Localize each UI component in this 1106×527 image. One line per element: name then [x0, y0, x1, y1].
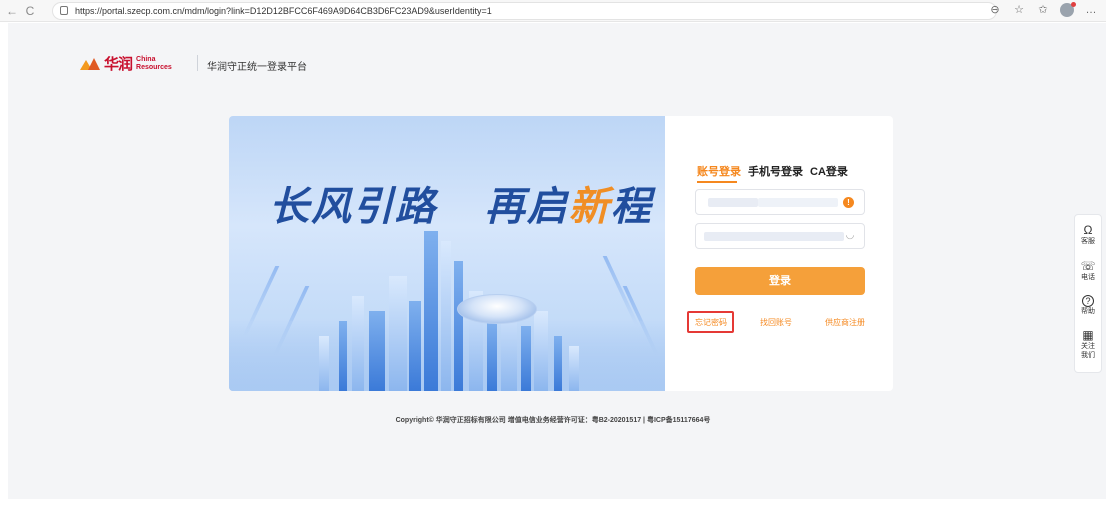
page-footer-area — [8, 499, 1106, 527]
zoom-icon[interactable]: ⊖ — [988, 3, 1002, 17]
login-card: 账号登录 手机号登录 CA登录 ! ◡ 登录 忘记密码 找回账号 供应商注册 — [665, 116, 893, 391]
building — [389, 276, 407, 391]
back-icon[interactable]: ← — [4, 3, 20, 19]
address-url[interactable]: https://portal.szecp.com.cn/mdm/login?li… — [75, 3, 492, 19]
retrieve-account-link[interactable]: 找回账号 — [760, 317, 792, 328]
active-tab-indicator — [697, 181, 737, 183]
building — [554, 336, 562, 391]
tab-phone-login[interactable]: 手机号登录 — [748, 163, 803, 179]
light-beam — [602, 256, 640, 326]
building — [487, 321, 497, 391]
copyright-text: Copyright© 华润守正招标有限公司 增值电信业务经营许可证：粤B2-20… — [395, 417, 711, 424]
phone-label: 电话 — [1081, 274, 1095, 281]
slogan-part1: 长风引路 — [269, 183, 437, 230]
follow-us-button[interactable]: ▦ 关注我们 — [1075, 329, 1101, 360]
favorite-star-icon[interactable]: ☆ — [1012, 3, 1026, 17]
phone-icon: ☏ — [1080, 259, 1096, 273]
building — [339, 321, 347, 391]
password-input[interactable]: ◡ — [695, 223, 865, 249]
phone-button[interactable]: ☏ 电话 — [1075, 260, 1101, 282]
header-divider — [197, 55, 198, 71]
logo-mark-icon — [80, 57, 100, 71]
building — [534, 311, 548, 391]
logo-en-text: China Resources — [136, 56, 172, 72]
tower-building — [454, 261, 463, 391]
slogan-highlight: 新 — [568, 183, 611, 230]
help-button[interactable]: ? 帮助 — [1075, 295, 1101, 316]
logo-en-line1: China — [136, 55, 156, 63]
building — [521, 326, 531, 391]
follow-us-label: 关注我们 — [1081, 343, 1095, 359]
slogan-part2: 再启 — [484, 183, 569, 230]
logo-en-line2: Resources — [136, 63, 172, 71]
tower-building — [424, 231, 438, 391]
floating-service-panel: Ω 客服 ☏ 电话 ? 帮助 ▦ 关注我们 — [1074, 214, 1102, 373]
username-masked-value-extra — [758, 198, 838, 207]
stadium-dome — [457, 294, 537, 324]
customer-service-label: 客服 — [1081, 238, 1095, 245]
building — [319, 336, 329, 391]
show-password-icon[interactable]: ◡ — [844, 230, 856, 242]
password-masked-value — [704, 232, 844, 241]
building — [369, 311, 385, 391]
supplier-register-link[interactable]: 供应商注册 — [825, 317, 865, 328]
profile-avatar[interactable] — [1060, 2, 1076, 17]
help-icon: ? — [1082, 295, 1094, 307]
warning-icon: ! — [843, 197, 854, 208]
browser-actions: ⊖ ☆ ✩ … — [988, 2, 1098, 17]
login-banner: 长风引路 再启新程 — [229, 116, 665, 391]
page-title: 华润守正统一登录平台 — [207, 62, 307, 73]
building — [352, 296, 364, 391]
building — [569, 346, 579, 391]
slogan-part3: 程 — [610, 183, 653, 230]
logo-cn-text: 华润 — [104, 55, 133, 73]
favorites-list-icon[interactable]: ✩ — [1036, 3, 1050, 17]
address-bar[interactable]: https://portal.szecp.com.cn/mdm/login?li… — [52, 2, 997, 20]
login-tabs: 账号登录 手机号登录 CA登录 — [697, 163, 848, 179]
lock-icon — [60, 6, 68, 15]
more-menu-icon[interactable]: … — [1084, 3, 1098, 17]
tab-account-login[interactable]: 账号登录 — [697, 163, 741, 179]
tower-building — [441, 241, 451, 391]
help-label: 帮助 — [1081, 308, 1095, 315]
browser-toolbar: ← C https://portal.szecp.com.cn/mdm/logi… — [0, 0, 1106, 22]
china-resources-logo: 华润 China Resources — [80, 53, 172, 74]
qrcode-icon: ▦ — [1082, 328, 1094, 342]
refresh-icon[interactable]: C — [22, 3, 38, 19]
username-input[interactable]: ! — [695, 189, 865, 215]
building — [409, 301, 421, 391]
tab-ca-login[interactable]: CA登录 — [810, 163, 848, 179]
username-masked-value — [708, 198, 758, 207]
login-button[interactable]: 登录 — [695, 267, 865, 295]
banner-slogan: 长风引路 再启新程 — [269, 174, 653, 232]
customer-service-button[interactable]: Ω 客服 — [1075, 224, 1101, 246]
headset-icon: Ω — [1083, 223, 1093, 237]
forgot-password-highlight-box — [687, 311, 734, 333]
